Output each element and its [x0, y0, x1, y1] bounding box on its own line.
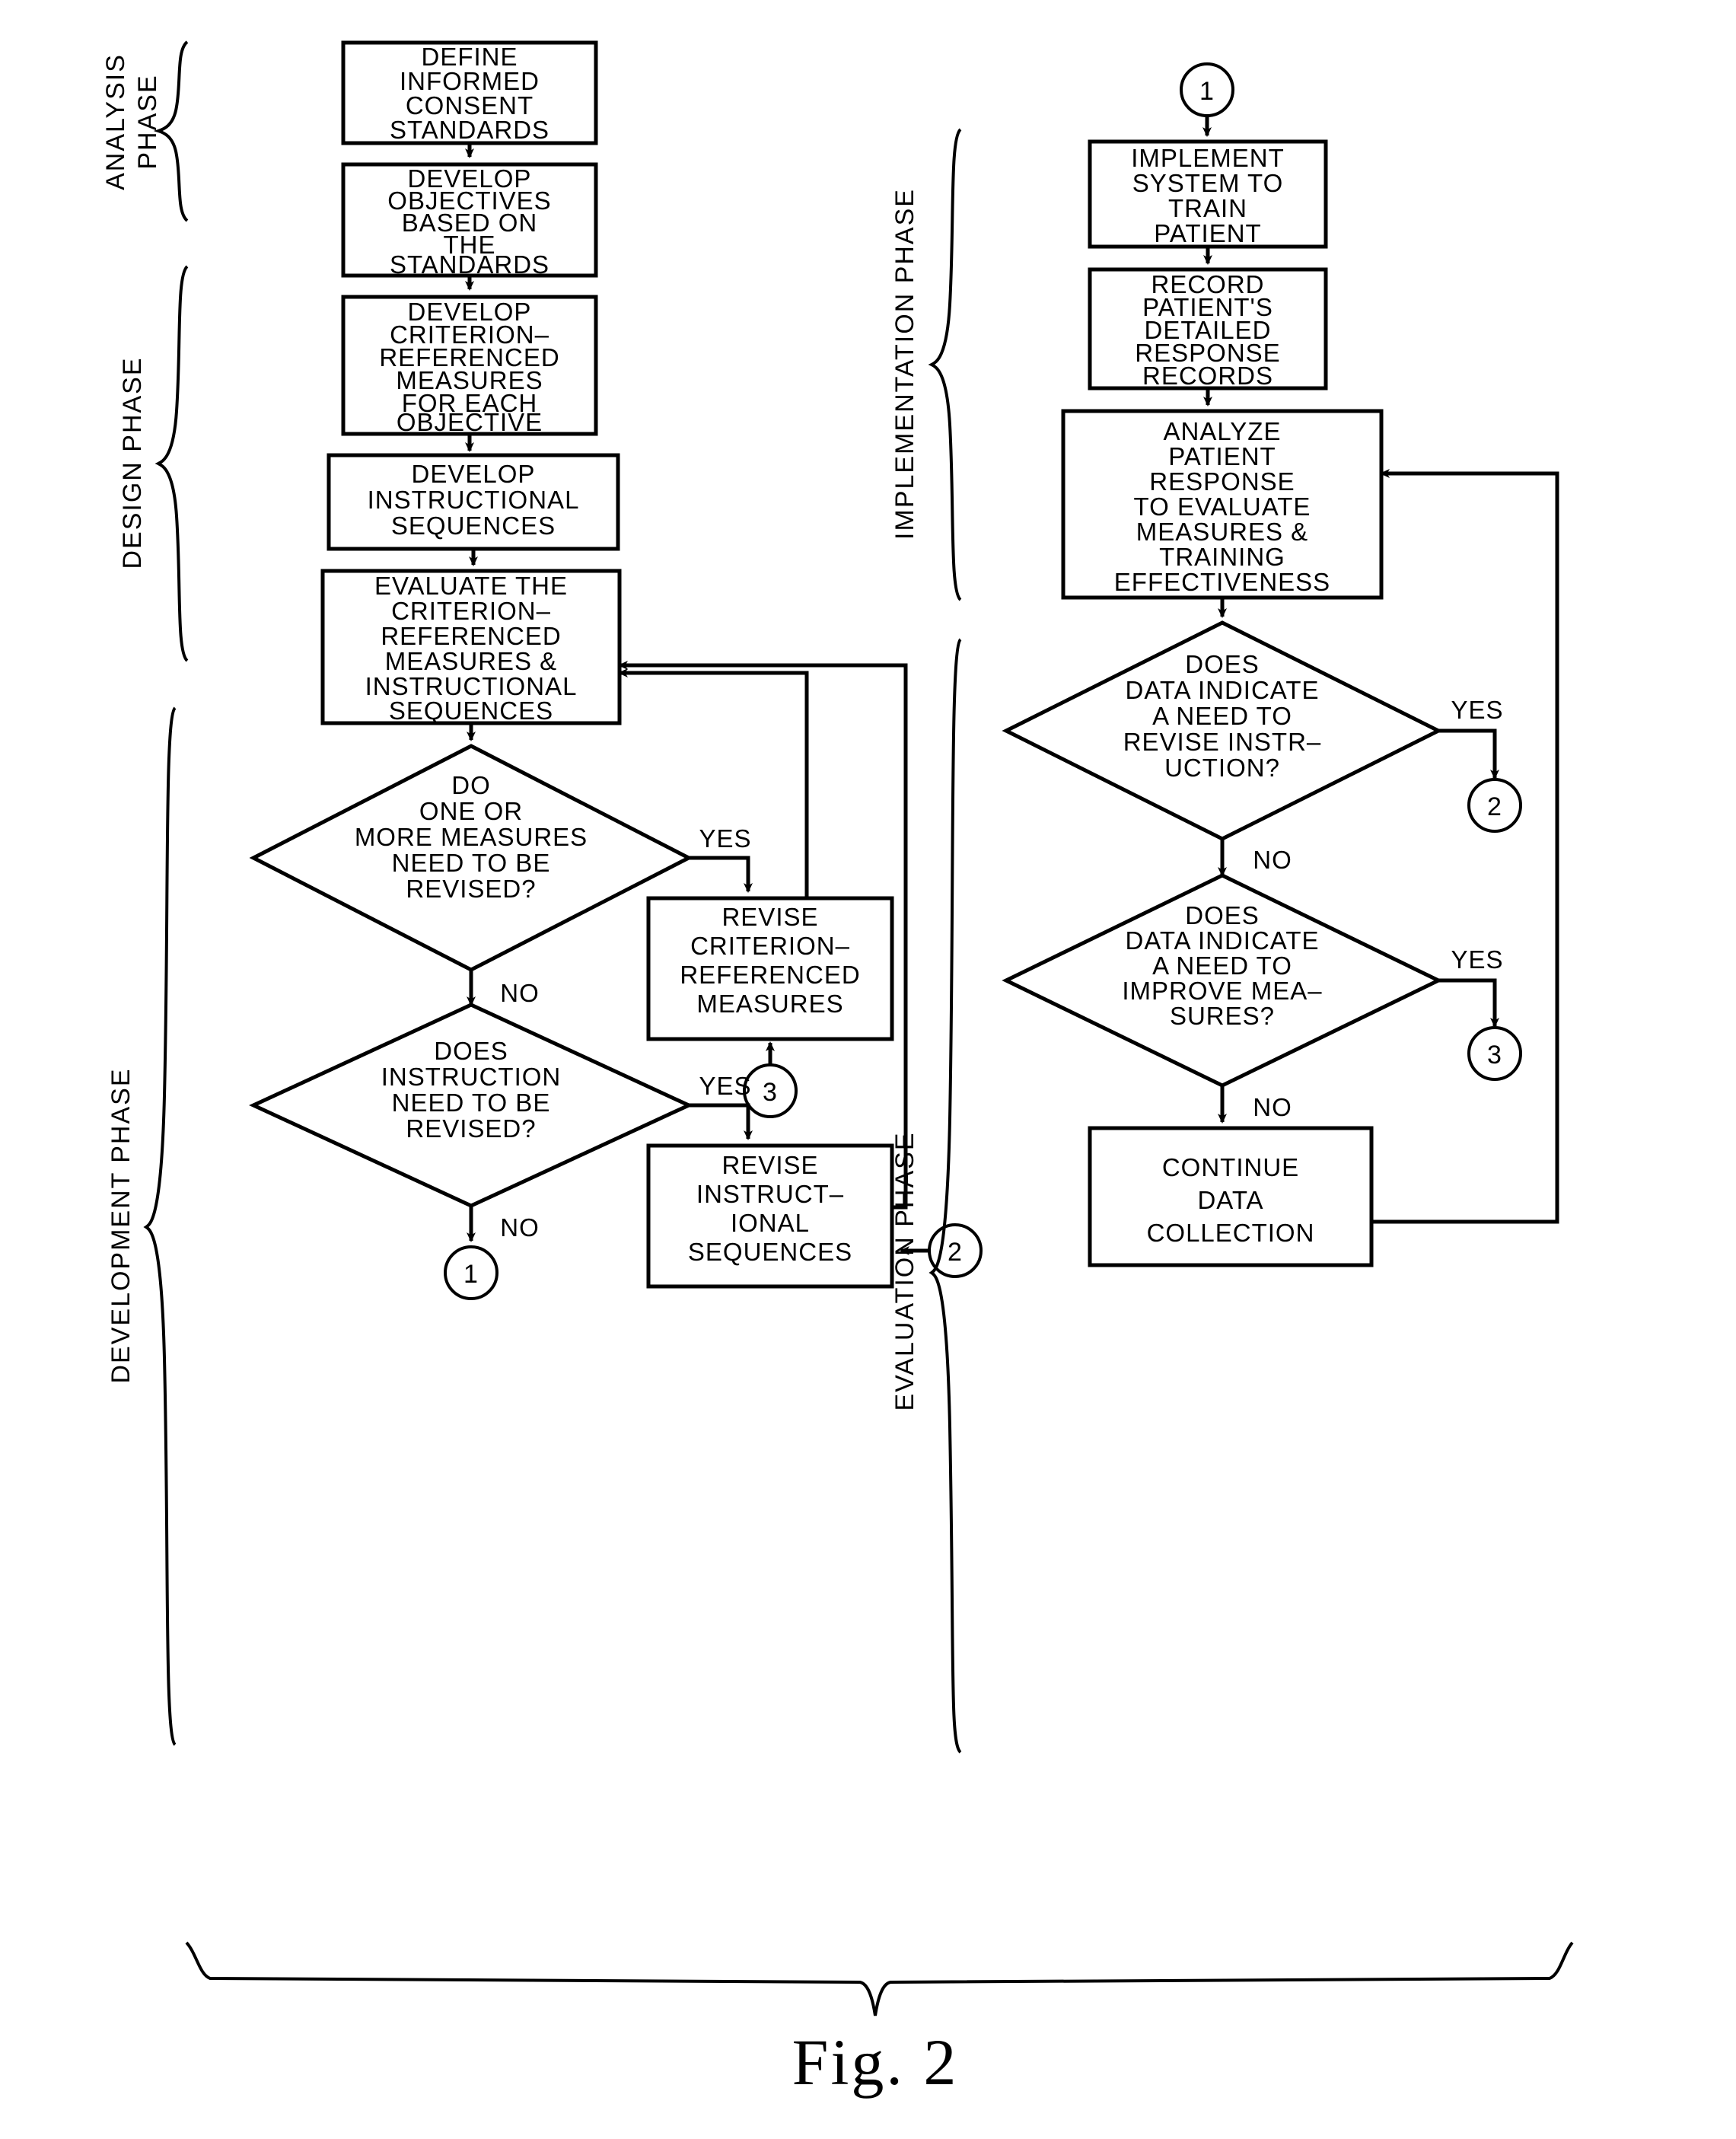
revise-instruction-no-label: NO: [1253, 846, 1292, 874]
measures-revised-no-label: NO: [500, 979, 540, 1007]
connector-1-target-label: 1: [1199, 77, 1215, 106]
instruction-revised-no-label: NO: [500, 1213, 540, 1242]
connector-2-target-label: 2: [948, 1238, 963, 1267]
revise-measures-line-3: REFERENCED: [680, 961, 860, 989]
revise-instruction-line-2: DATA INDICATE: [1125, 676, 1319, 704]
measures-revised-line-5: REVISED?: [406, 875, 536, 903]
analyze-response-line-7: EFFECTIVENESS: [1114, 568, 1330, 596]
evaluate-measures-line-3: REFERENCED: [381, 622, 561, 650]
improve-measures-yes-label: YES: [1451, 945, 1503, 974]
measures-revised-line-4: NEED TO BE: [392, 849, 551, 877]
connector-2-source-label: 2: [1487, 792, 1502, 821]
revise-instruction-yes-label: YES: [1451, 696, 1503, 724]
revise-measures-line-4: MEASURES: [696, 990, 843, 1018]
connector-3-target-label: 3: [763, 1078, 778, 1107]
develop-objectives-line-5: STANDARDS: [390, 250, 549, 279]
figure-2-flowchart: ANALYSIS PHASE DESIGN PHASE DEVELOPMENT …: [0, 0, 1736, 2139]
revise-instruction-line-1: DOES: [1185, 650, 1260, 678]
improve-measures-line-2: DATA INDICATE: [1125, 926, 1319, 955]
revise-sequences-line-2: INSTRUCT–: [696, 1180, 844, 1208]
implement-system-line-2: SYSTEM TO: [1132, 169, 1284, 197]
evaluate-measures-line-6: SEQUENCES: [389, 697, 553, 725]
revise-sequences-line-4: SEQUENCES: [688, 1238, 852, 1266]
phase-label-analysis-line2: PHASE: [133, 74, 162, 169]
phase-label-design-text: DESIGN PHASE: [118, 356, 147, 569]
phase-label-development-text: DEVELOPMENT PHASE: [107, 1067, 135, 1383]
analyze-response-line-1: ANALYZE: [1164, 417, 1282, 445]
measures-revised-line-2: ONE OR: [419, 797, 523, 825]
evaluate-measures-line-4: MEASURES &: [385, 647, 557, 675]
analyze-response-line-2: PATIENT: [1168, 442, 1276, 470]
instruction-revised-line-4: REVISED?: [406, 1114, 536, 1143]
phase-label-implementation: IMPLEMENTATION PHASE: [890, 188, 919, 540]
improve-measures-line-1: DOES: [1185, 901, 1260, 929]
develop-sequences-line-3: SEQUENCES: [391, 512, 556, 540]
phase-label-development: DEVELOPMENT PHASE: [107, 1067, 135, 1383]
phase-label-analysis-line1: ANALYSIS: [101, 53, 130, 190]
develop-sequences-line-1: DEVELOP: [412, 460, 536, 488]
measures-revised-line-3: MORE MEASURES: [355, 823, 588, 851]
analyze-response-line-6: TRAINING: [1159, 543, 1285, 571]
evaluate-measures-line-2: CRITERION–: [391, 597, 551, 625]
implement-system-line-4: PATIENT: [1154, 219, 1261, 247]
revise-sequences-line-1: REVISE: [721, 1151, 818, 1179]
continue-collection-line-1: CONTINUE: [1162, 1153, 1299, 1181]
connector-3-source-label: 3: [1487, 1041, 1502, 1070]
revise-instruction-line-3: A NEED TO: [1152, 702, 1292, 730]
phase-label-implementation-text: IMPLEMENTATION PHASE: [890, 188, 919, 540]
define-standards-line-4: STANDARDS: [390, 116, 549, 144]
continue-collection-line-3: COLLECTION: [1147, 1219, 1315, 1247]
improve-measures-line-3: A NEED TO: [1152, 952, 1292, 980]
measures-revised-yes-label: YES: [699, 824, 751, 853]
connector-1-source-label: 1: [463, 1260, 479, 1289]
analyze-response-line-4: TO EVALUATE: [1134, 493, 1311, 521]
analyze-response-line-5: MEASURES &: [1136, 518, 1308, 546]
revise-instruction-line-5: UCTION?: [1164, 754, 1280, 782]
improve-measures-line-5: SURES?: [1170, 1002, 1275, 1030]
phase-label-design: DESIGN PHASE: [118, 356, 147, 569]
revise-sequences-line-3: IONAL: [731, 1209, 810, 1237]
figure-caption: Fig. 2: [792, 2026, 959, 2099]
record-response-line-5: RECORDS: [1142, 362, 1273, 390]
continue-collection-line-2: DATA: [1197, 1186, 1263, 1214]
develop-measures-line-6: OBJECTIVE: [397, 408, 543, 436]
measures-revised-line-1: DO: [451, 771, 491, 799]
instruction-revised-line-2: INSTRUCTION: [381, 1063, 562, 1091]
analyze-response-line-3: RESPONSE: [1149, 467, 1295, 496]
revise-measures-line-1: REVISE: [721, 903, 818, 931]
implement-system-line-1: IMPLEMENT: [1131, 144, 1285, 172]
develop-sequences-line-2: INSTRUCTIONAL: [368, 486, 580, 514]
improve-measures-line-4: IMPROVE MEA–: [1122, 977, 1322, 1005]
revise-instruction-line-4: REVISE INSTR–: [1123, 728, 1322, 756]
instruction-revised-line-1: DOES: [434, 1037, 508, 1065]
revise-measures-line-2: CRITERION–: [690, 932, 850, 960]
improve-measures-no-label: NO: [1253, 1093, 1292, 1121]
instruction-revised-line-3: NEED TO BE: [392, 1089, 551, 1117]
evaluate-measures-line-1: EVALUATE THE: [374, 572, 568, 600]
implement-system-line-3: TRAIN: [1168, 194, 1247, 222]
